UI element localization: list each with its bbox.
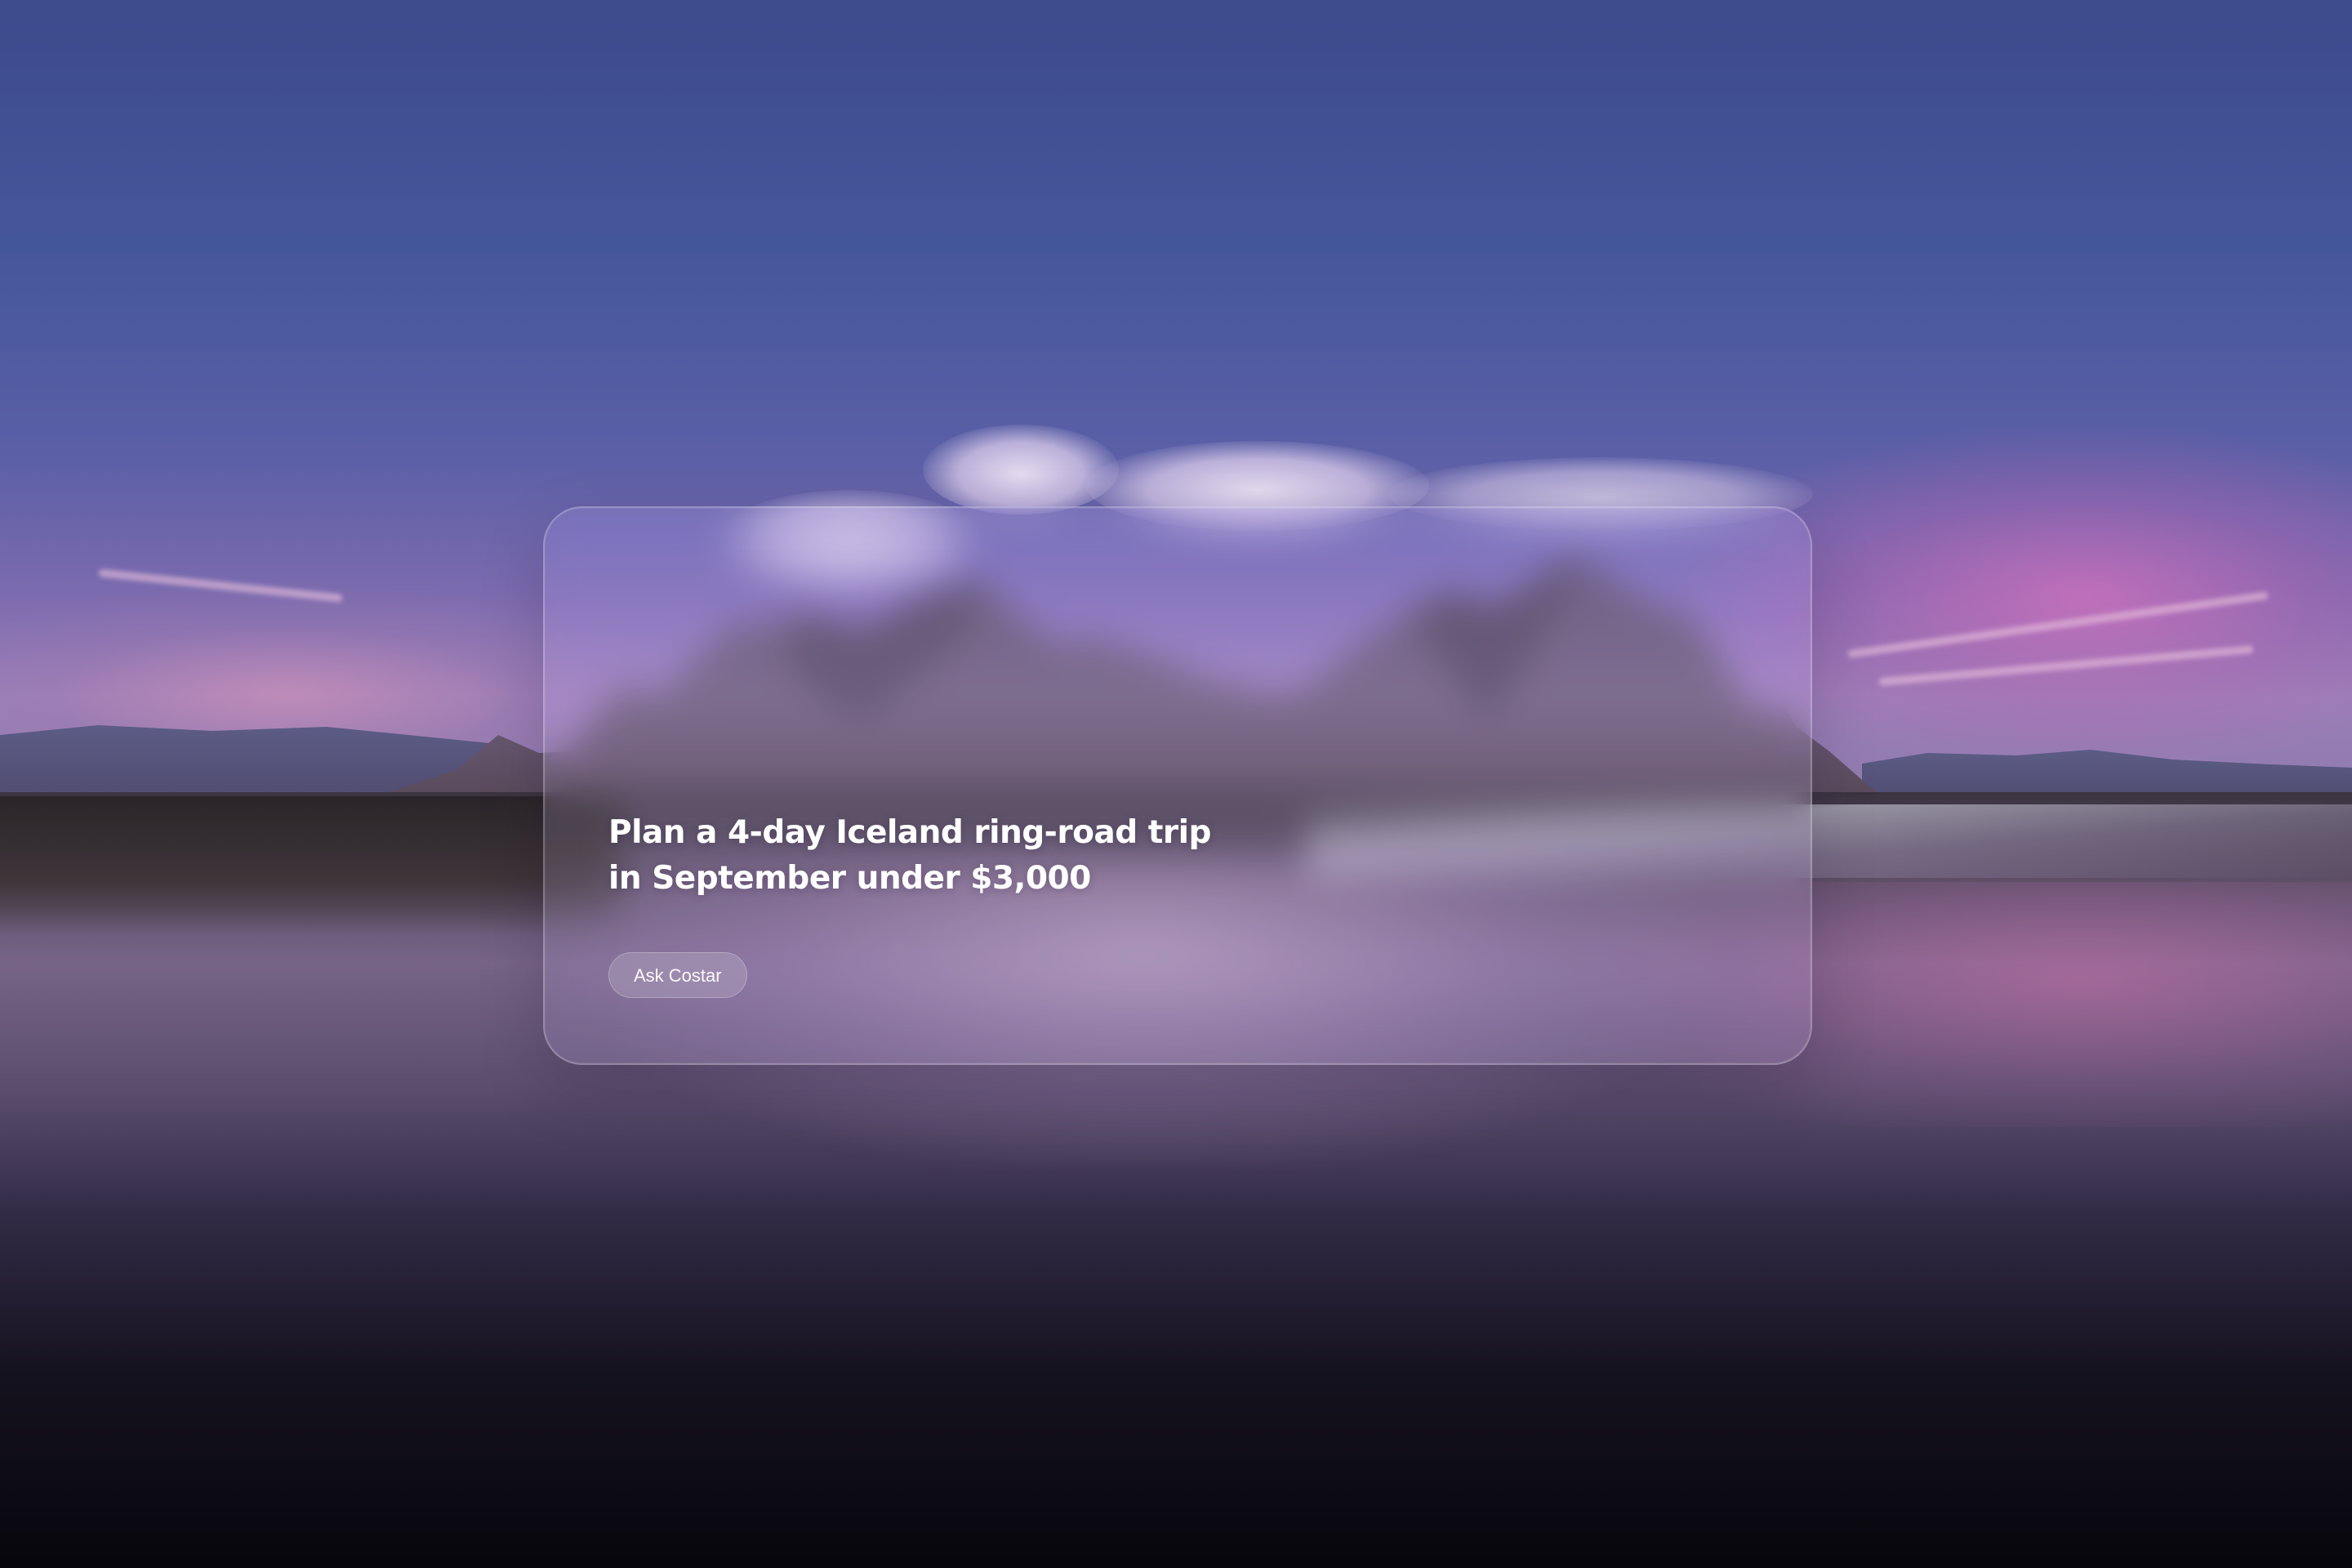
dark-sand	[0, 796, 621, 935]
prompt-title: Plan a 4-day Iceland ring-road trip in S…	[608, 810, 1425, 902]
prompt-title-line-1: Plan a 4-day Iceland ring-road trip	[608, 814, 1211, 851]
cloud	[923, 425, 1119, 514]
ask-costar-button[interactable]: Ask Costar	[608, 952, 747, 998]
prompt-card: Plan a 4-day Iceland ring-road trip in S…	[543, 506, 1812, 1065]
prompt-title-line-2: in September under $3,000	[608, 860, 1091, 897]
